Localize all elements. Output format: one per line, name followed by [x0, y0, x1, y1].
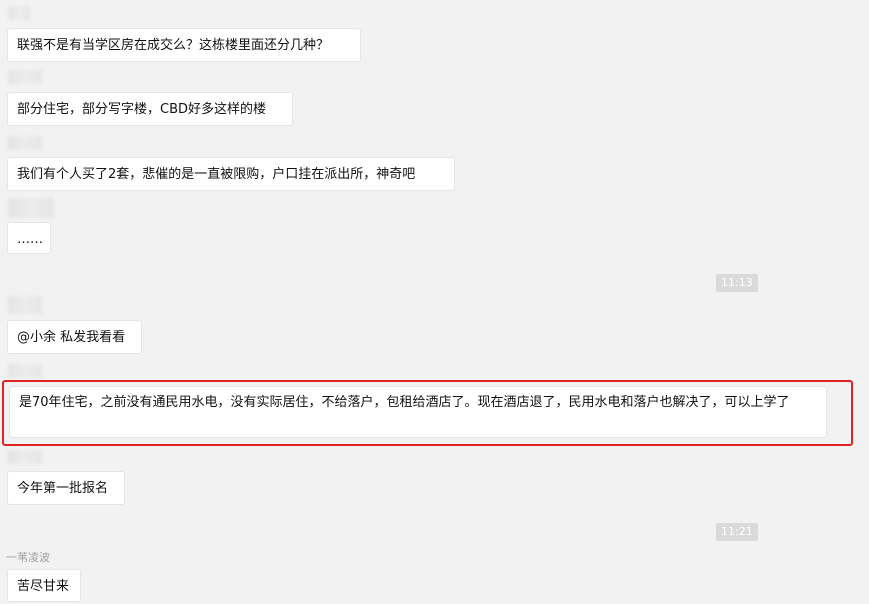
message-text: @小余 私发我看看 [17, 330, 126, 345]
highlight-box [2, 380, 853, 446]
message-bubble[interactable]: 部分住宅，部分写字楼，CBD好多这样的楼 [7, 92, 293, 126]
message-text: 我们有个人买了2套，悲催的是一直被限购，户口挂在派出所，神奇吧 [17, 167, 416, 182]
message-text: 苦尽甘来 [17, 579, 70, 594]
message-bubble[interactable]: …… [7, 222, 51, 254]
message-text: …… [17, 232, 43, 247]
sender-name: 一苇凌波 [6, 551, 50, 564]
sender-name-blurred [8, 136, 42, 150]
timestamp: 11:21 [716, 523, 758, 541]
sender-name-blurred [8, 296, 42, 314]
sender-name-blurred [8, 450, 42, 464]
message-text: 联强不是有当学区房在成交么？这栋楼里面还分几种？ [17, 38, 330, 53]
message-bubble[interactable]: 苦尽甘来 [7, 569, 81, 602]
sender-name-blurred [8, 364, 42, 378]
timestamp: 11:13 [716, 274, 758, 292]
sender-name-blurred [8, 198, 54, 218]
sender-name-blurred [8, 70, 42, 84]
message-bubble[interactable]: 联强不是有当学区房在成交么？这栋楼里面还分几种？ [7, 28, 361, 62]
message-bubble[interactable]: @小余 私发我看看 [7, 320, 142, 354]
message-bubble[interactable]: 今年第一批报名 [7, 471, 125, 505]
message-bubble[interactable]: 我们有个人买了2套，悲催的是一直被限购，户口挂在派出所，神奇吧 [7, 157, 455, 191]
message-text: 部分住宅，部分写字楼，CBD好多这样的楼 [17, 102, 267, 117]
sender-name-blurred [8, 6, 30, 20]
message-text: 今年第一批报名 [17, 481, 109, 496]
